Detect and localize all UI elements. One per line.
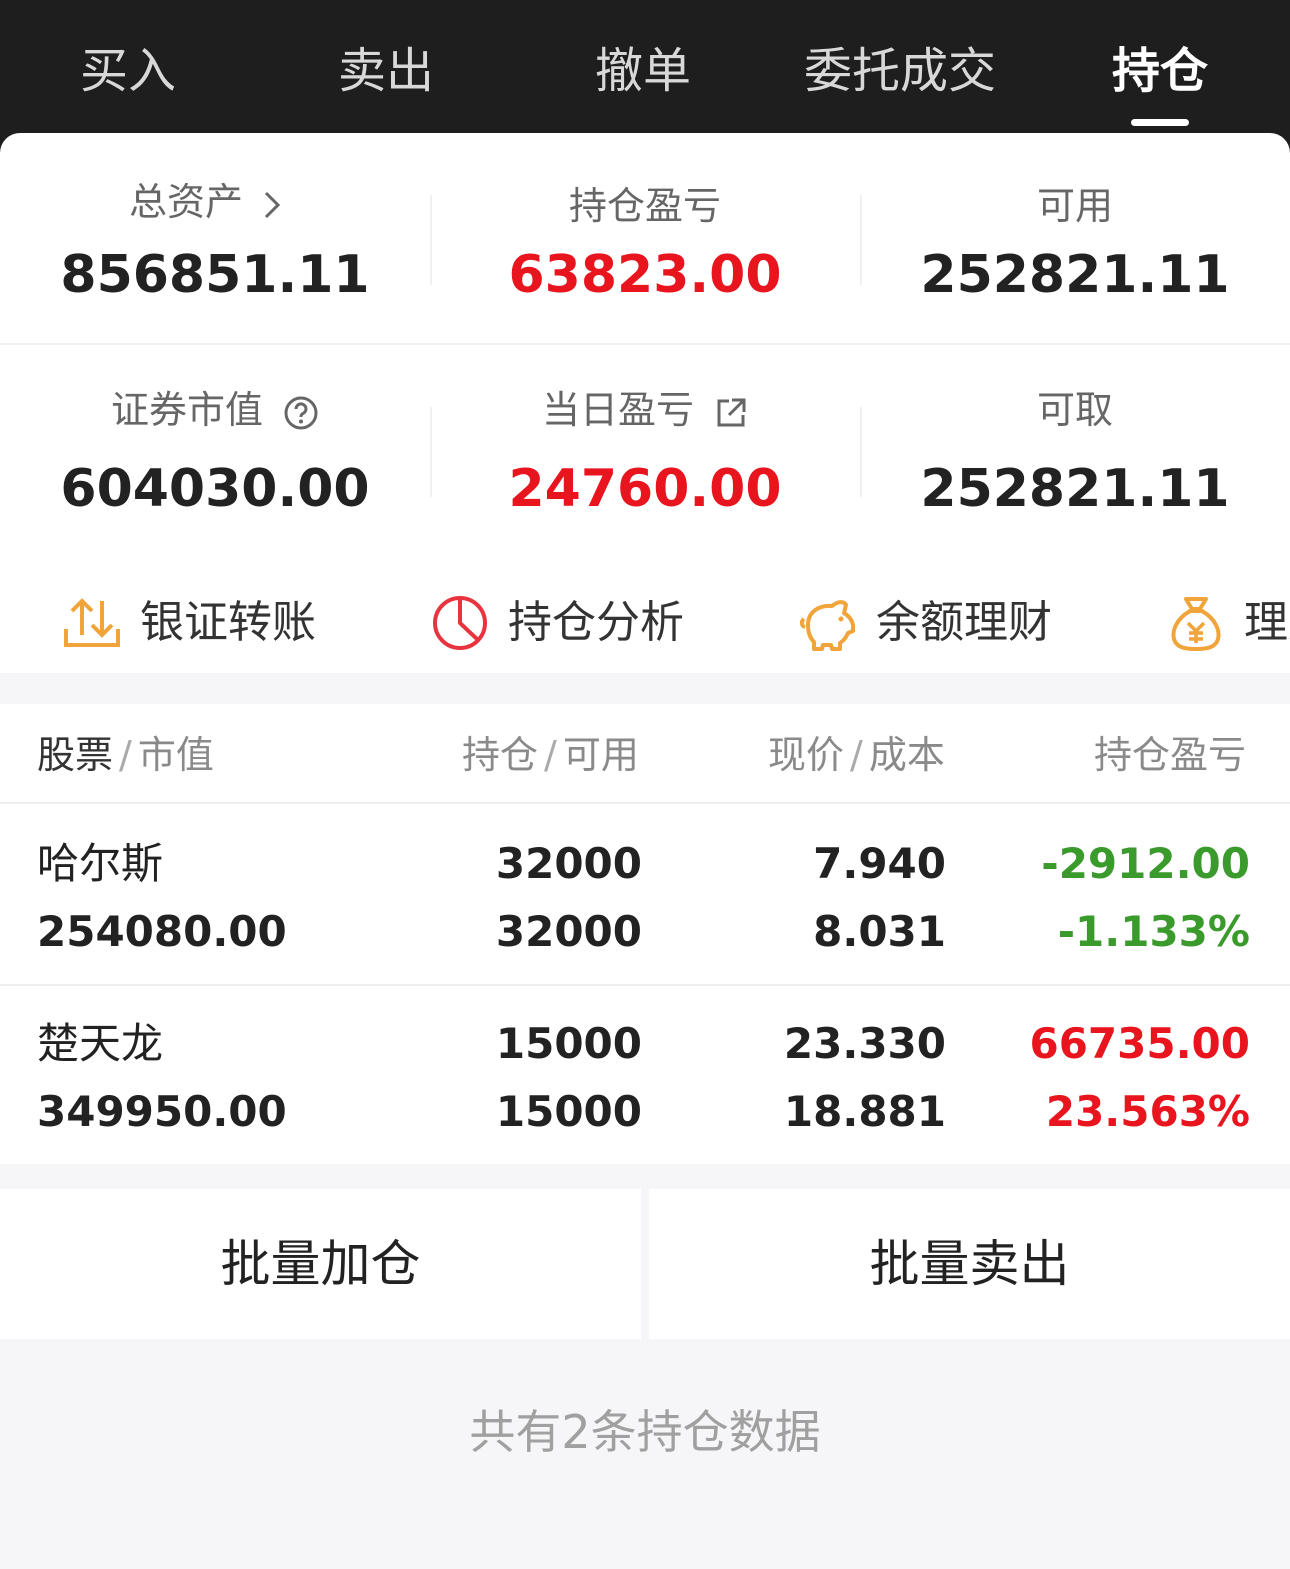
positions-count-note: 共有2条持仓数据 — [469, 1405, 821, 1459]
daily-pnl-label: 当日盈亏 — [541, 388, 694, 432]
market-value-value: 604030.00 — [60, 459, 370, 519]
daily-pnl-value: 24760.00 — [508, 459, 782, 519]
tab-cancel-order[interactable]: 撤单 — [593, 36, 693, 106]
action-wealth[interactable]: 理财 — [1166, 583, 1290, 663]
market-value-cell: 证券市值 604030.00 — [0, 345, 430, 545]
header-holding-available: 持仓 / 可用 — [462, 733, 639, 777]
help-icon[interactable] — [283, 395, 319, 431]
pie-chart-icon — [433, 596, 487, 650]
stock-market-value: 254080.00 — [37, 907, 287, 956]
summary-row-1: 总资产 856851.11 持仓盈亏 63823.00 可用 252821.11 — [0, 133, 1290, 345]
tab-positions[interactable]: 持仓 — [1110, 36, 1210, 106]
stock-available: 32000 — [495, 907, 642, 956]
position-pnl-value: 63823.00 — [508, 245, 782, 305]
table-header: 股票 / 市值 持仓 / 可用 现价 / 成本 持仓盈亏 — [0, 704, 1290, 804]
active-tab-indicator — [1131, 119, 1189, 126]
stock-name: 哈尔斯 — [37, 839, 164, 888]
tab-orders-trades[interactable]: 委托成交 — [800, 36, 1000, 106]
table-row[interactable]: 楚天龙 349950.00 15000 15000 23.330 18.881 … — [0, 986, 1290, 1166]
header-price-cost: 现价 / 成本 — [768, 733, 945, 777]
stock-available: 15000 — [495, 1087, 642, 1136]
stock-holding: 32000 — [495, 839, 642, 888]
action-balance-wealth-label: 余额理财 — [876, 597, 1052, 648]
table-row[interactable]: 哈尔斯 254080.00 32000 32000 7.940 8.031 -2… — [0, 806, 1290, 986]
action-balance-wealth[interactable]: 余额理财 — [798, 583, 1088, 663]
money-bag-icon — [1171, 597, 1221, 651]
stock-pnl: 66735.00 — [1029, 1019, 1250, 1068]
quick-actions: 银证转账 持仓分析 余额理财 理财 — [0, 573, 1290, 673]
summary-row-2: 证券市值 604030.00 当日盈亏 24760.00 可取 252821.1… — [0, 345, 1290, 545]
withdrawable-label: 可取 — [1036, 388, 1113, 432]
stock-price: 7.940 — [813, 839, 946, 888]
stock-pnl-percent: 23.563% — [1045, 1087, 1250, 1136]
tab-buy[interactable]: 买入 — [78, 36, 178, 106]
stock-price: 23.330 — [783, 1019, 946, 1068]
daily-pnl-cell[interactable]: 当日盈亏 24760.00 — [430, 345, 860, 545]
batch-sell-button[interactable]: 批量卖出 — [649, 1189, 1290, 1339]
positions-table: 股票 / 市值 持仓 / 可用 现价 / 成本 持仓盈亏 哈尔斯 254080.00 320… — [0, 704, 1290, 1164]
action-position-analysis[interactable]: 持仓分析 — [430, 583, 720, 663]
share-link-icon[interactable] — [714, 396, 748, 430]
withdrawable-value: 252821.11 — [920, 459, 1230, 519]
total-assets-value: 856851.11 — [60, 245, 370, 305]
transfer-icon — [64, 598, 120, 647]
action-bank-transfer-label: 银证转账 — [140, 597, 316, 648]
total-assets-label: 总资产 — [128, 180, 243, 224]
account-summary-card: 总资产 856851.11 持仓盈亏 63823.00 可用 252821.11… — [0, 133, 1290, 673]
stock-holding: 15000 — [495, 1019, 642, 1068]
chevron-right-icon — [264, 191, 281, 218]
stock-cost: 18.881 — [783, 1087, 946, 1136]
position-pnl-label: 持仓盈亏 — [568, 184, 721, 228]
tab-sell[interactable]: 卖出 — [336, 36, 436, 106]
header-pnl: 持仓盈亏 — [1094, 733, 1247, 777]
withdrawable-cell: 可取 252821.11 — [860, 345, 1290, 545]
stock-pnl-percent: -1.133% — [1057, 907, 1250, 956]
stock-pnl: -2912.00 — [1041, 839, 1250, 888]
market-value-label: 证券市值 — [110, 388, 263, 432]
action-position-analysis-label: 持仓分析 — [508, 597, 684, 648]
total-assets-cell[interactable]: 总资产 856851.11 — [0, 133, 430, 333]
piggy-bank-icon — [799, 600, 855, 651]
batch-add-button[interactable]: 批量加仓 — [0, 1189, 641, 1339]
action-wealth-label: 理财 — [1244, 597, 1290, 648]
action-bank-transfer[interactable]: 银证转账 — [62, 583, 352, 663]
stock-cost: 8.031 — [813, 907, 946, 956]
stock-name: 楚天龙 — [37, 1019, 164, 1068]
available-value: 252821.11 — [920, 245, 1230, 305]
header-stock-market-value: 股票 / 市值 — [37, 733, 214, 777]
available-cell: 可用 252821.11 — [860, 133, 1290, 333]
position-pnl-cell: 持仓盈亏 63823.00 — [430, 133, 860, 333]
available-label: 可用 — [1036, 184, 1113, 228]
stock-market-value: 349950.00 — [37, 1087, 287, 1136]
